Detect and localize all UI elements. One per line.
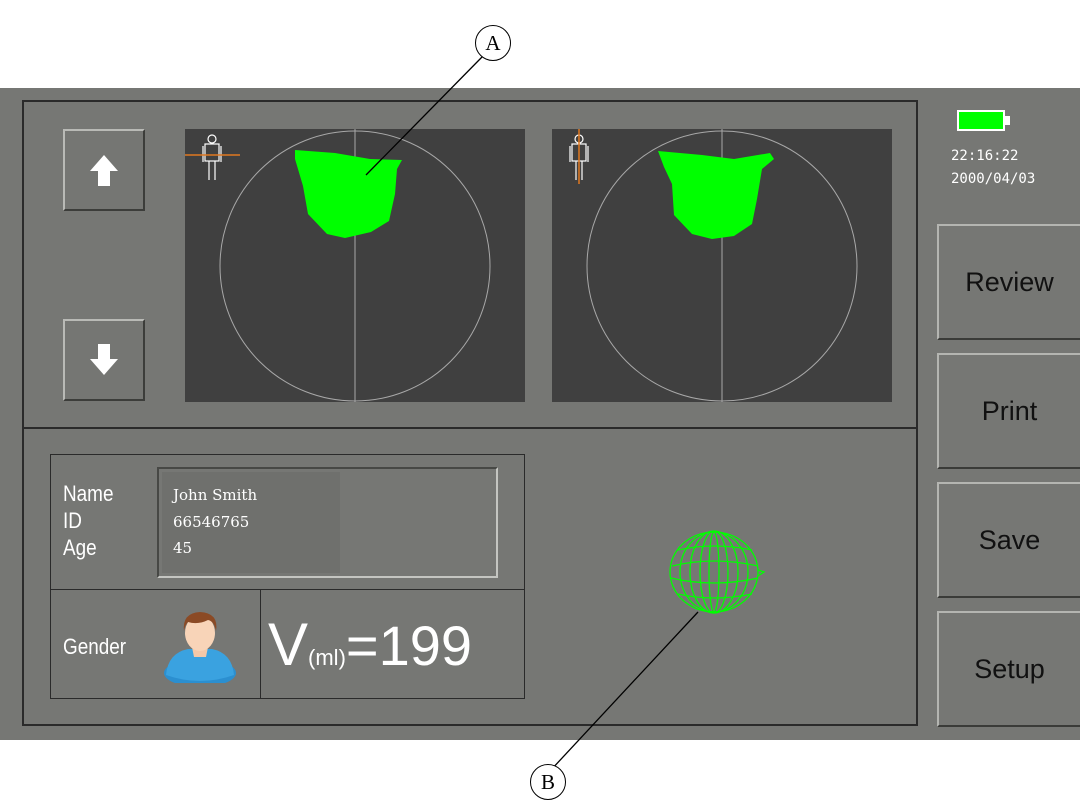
- bladder-outline: [295, 150, 402, 238]
- patient-name-value: John Smith: [173, 486, 258, 504]
- name-label: Name: [63, 481, 114, 506]
- id-label: ID: [63, 508, 82, 533]
- print-label: Print: [981, 395, 1038, 426]
- callout-a: A: [475, 25, 511, 61]
- section-divider: [22, 427, 918, 429]
- gender-label: Gender: [63, 634, 127, 659]
- print-button[interactable]: Print: [937, 353, 1080, 469]
- arrow-up-icon: [90, 155, 118, 186]
- volume-unit: (ml): [308, 645, 346, 670]
- scan-view-transverse[interactable]: [185, 129, 525, 402]
- age-label: Age: [63, 535, 97, 560]
- patient-age-value: 45: [173, 539, 193, 557]
- review-label: Review: [965, 266, 1054, 297]
- callout-b: B: [530, 764, 566, 800]
- arrow-down-icon: [90, 344, 118, 375]
- patient-id-value: 66546765: [173, 512, 250, 531]
- review-button[interactable]: Review: [937, 224, 1080, 340]
- time-display: 22:16:22: [951, 148, 1019, 164]
- body-orientation-icon: [202, 134, 222, 180]
- save-label: Save: [978, 524, 1041, 555]
- setup-button[interactable]: Setup: [937, 611, 1080, 727]
- patient-labels: Name ID Age: [63, 480, 122, 561]
- volume-prefix: V: [268, 611, 309, 678]
- battery-full-icon: [957, 110, 1010, 131]
- date-display: 2000/04/03: [951, 171, 1036, 187]
- volume-readout: V(ml)=199: [268, 610, 472, 680]
- panel-divider: [50, 589, 525, 590]
- scan-view-sagittal[interactable]: [552, 129, 892, 402]
- bladder-outline: [658, 151, 774, 239]
- male-avatar-icon[interactable]: [162, 603, 238, 683]
- clock: 22:16:22 2000/04/03: [951, 145, 1035, 191]
- bladder-3d-model[interactable]: [664, 526, 768, 618]
- panel-divider: [260, 589, 261, 699]
- setup-label: Setup: [974, 653, 1045, 684]
- save-button[interactable]: Save: [937, 482, 1080, 598]
- scroll-up-button[interactable]: [63, 129, 145, 211]
- patient-values: John Smith 66546765 45: [173, 482, 257, 562]
- volume-value: =199: [345, 614, 473, 677]
- scroll-down-button[interactable]: [63, 319, 145, 401]
